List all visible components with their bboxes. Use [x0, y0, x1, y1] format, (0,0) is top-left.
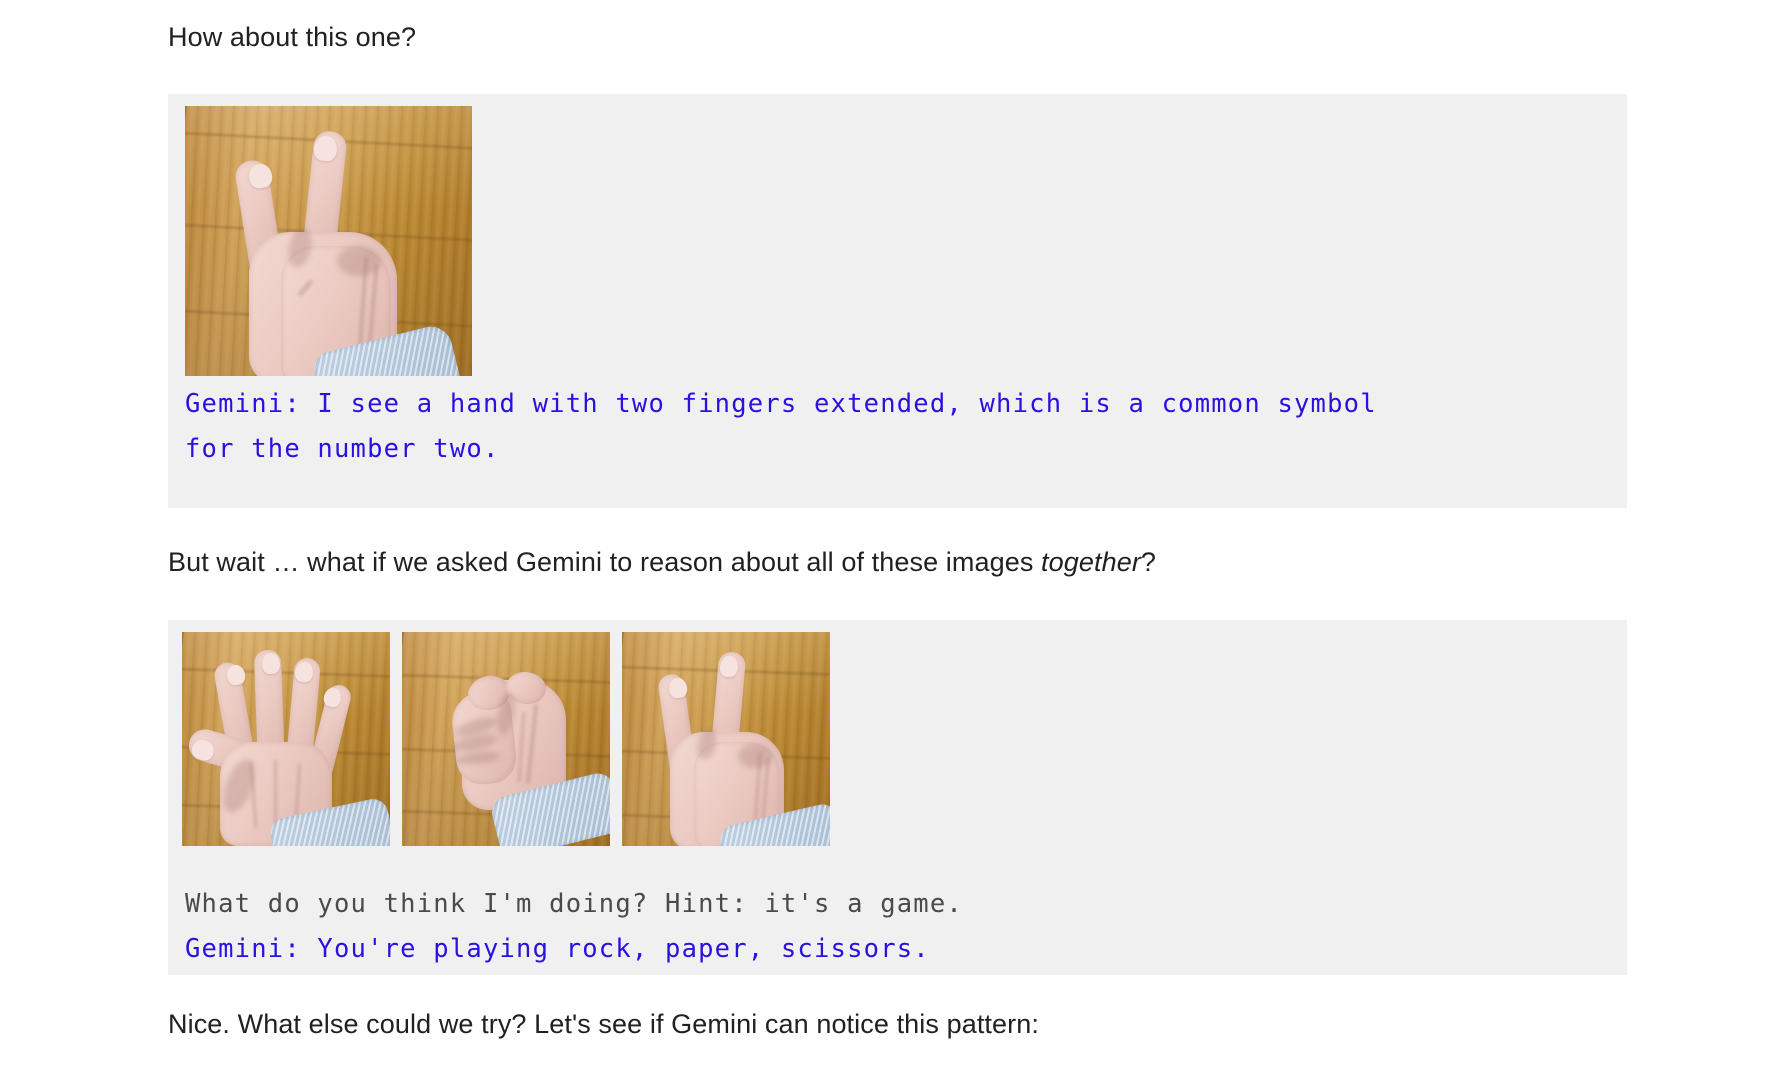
multi-image-example-block: What do you think I'm doing? Hint: it's … — [168, 620, 1627, 975]
middle-paragraph-text-after: ? — [1140, 547, 1157, 577]
single-image-example-block: Gemini: I see a hand with two fingers ex… — [168, 94, 1627, 508]
image-row — [182, 632, 830, 846]
gemini-response-line: Gemini: You're playing rock, paper, scis… — [185, 934, 930, 964]
hand-photo-scissors — [185, 106, 472, 376]
middle-paragraph-emphasis: together — [1041, 547, 1141, 577]
image-row — [185, 106, 472, 376]
hand-photo-paper — [182, 632, 390, 846]
response-lines: What do you think I'm doing? Hint: it's … — [185, 882, 963, 972]
article-page: How about this one? Gemini: I see a hand… — [0, 0, 1790, 1078]
hand-photo-rock — [402, 632, 610, 846]
middle-paragraph: But wait … what if we asked Gemini to re… — [168, 545, 1156, 579]
gemini-response-line-2: for the number two. — [185, 434, 500, 464]
hand-photo-scissors — [622, 632, 830, 846]
outro-paragraph: Nice. What else could we try? Let's see … — [168, 1009, 1039, 1039]
gemini-response-line-1: Gemini: I see a hand with two fingers ex… — [185, 389, 1377, 419]
user-prompt-line: What do you think I'm doing? Hint: it's … — [185, 889, 963, 919]
middle-paragraph-text-before: But wait … what if we asked Gemini to re… — [168, 547, 1042, 577]
response-lines: Gemini: I see a hand with two fingers ex… — [185, 382, 1377, 472]
intro-paragraph: How about this one? — [168, 22, 417, 52]
